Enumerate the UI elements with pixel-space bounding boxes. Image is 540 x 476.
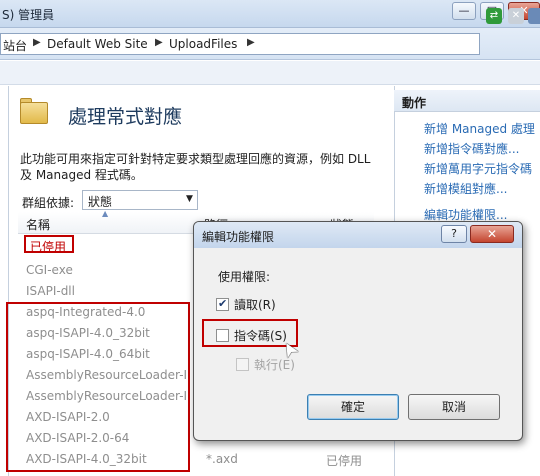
- page-description-line2: 及 Managed 程式碼。: [20, 168, 143, 182]
- page-title: 處理常式對應: [68, 106, 183, 128]
- action-add-managed-handler[interactable]: 新增 Managed 處理: [424, 120, 535, 137]
- column-header-name[interactable]: 名稱: [26, 216, 50, 233]
- action-add-wildcard-script-map[interactable]: 新增萬用字元指令碼: [424, 160, 532, 177]
- cancel-button[interactable]: 取消: [408, 394, 500, 420]
- address-bar: 站台 ▶ Default Web Site ▶ UploadFiles ▶: [0, 28, 540, 60]
- action-add-script-map[interactable]: 新增指令碼對應...: [424, 140, 519, 157]
- toolbar-strip: [0, 61, 540, 85]
- dialog-help-button[interactable]: ?: [441, 225, 467, 243]
- breadcrumb[interactable]: 站台 ▶ Default Web Site ▶ UploadFiles ▶: [0, 33, 480, 55]
- breadcrumb-separator-icon[interactable]: ▶: [247, 37, 255, 48]
- sort-ascending-icon: ▲: [102, 209, 109, 218]
- group-row-disabled[interactable]: 已停用: [30, 238, 66, 255]
- breadcrumb-separator-icon[interactable]: ▶: [33, 37, 41, 48]
- dialog-title: 編輯功能權限: [202, 230, 275, 244]
- permissions-label: 使用權限:: [218, 270, 271, 284]
- page-description-line1: 此功能可用來指定可針對特定要求類型處理回應的資源，例如 DLL: [20, 152, 371, 166]
- list-item[interactable]: CGI-exe: [26, 263, 73, 277]
- chevron-down-icon[interactable]: ▼: [186, 194, 193, 204]
- highlight-box-handlers: [6, 302, 190, 472]
- minimize-button[interactable]: —: [452, 2, 476, 20]
- execute-checkbox: [236, 358, 249, 371]
- folder-icon: [20, 102, 48, 124]
- ok-button[interactable]: 確定: [307, 394, 399, 420]
- dialog-close-button[interactable]: ✕: [470, 225, 514, 243]
- action-add-module-mapping[interactable]: 新增模組對應...: [424, 180, 507, 197]
- list-item[interactable]: ISAPI-dll: [26, 284, 75, 298]
- stop-icon[interactable]: ✕: [508, 8, 524, 24]
- row-path: *.axd: [206, 452, 238, 466]
- breadcrumb-separator-icon[interactable]: ▶: [155, 37, 163, 48]
- breadcrumb-site[interactable]: 站台: [3, 37, 27, 54]
- help-icon[interactable]: [528, 8, 540, 24]
- actions-title: 動作: [402, 96, 427, 110]
- window-title: S) 管理員: [2, 8, 55, 22]
- breadcrumb-default-web-site[interactable]: Default Web Site: [47, 37, 148, 51]
- refresh-icon[interactable]: ⇄: [486, 8, 502, 24]
- breadcrumb-uploadfiles[interactable]: UploadFiles: [169, 37, 237, 51]
- script-label[interactable]: 指令碼(S): [234, 327, 287, 344]
- group-by-label: 群組依據:: [22, 196, 75, 210]
- group-by-value: 狀態: [88, 195, 113, 209]
- read-label[interactable]: 讀取(R): [234, 296, 276, 313]
- read-checkbox[interactable]: [216, 297, 229, 311]
- row-state: 已停用: [326, 454, 363, 468]
- script-checkbox[interactable]: [216, 329, 229, 342]
